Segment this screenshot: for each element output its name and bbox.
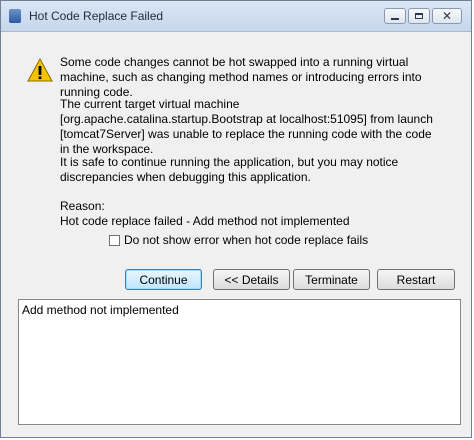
close-button[interactable]: ✕ [432,8,462,24]
maximize-button[interactable] [408,8,430,24]
reason-label: Reason: [60,199,105,213]
continue-button[interactable]: Continue [125,269,202,290]
close-icon: ✕ [441,9,453,23]
reason-text: Hot code replace failed - Add method not… [60,214,350,228]
maximize-icon [415,13,423,19]
message-paragraph-1: Some code changes cannot be hot swapped … [60,55,422,99]
warning-icon [27,58,53,82]
dont-show-checkbox-row[interactable]: Do not show error when hot code replace … [109,233,368,247]
dialog-window: Hot Code Replace Failed ✕ Some code chan… [0,0,472,438]
minimize-button[interactable] [384,8,406,24]
details-text-area[interactable]: Add method not implemented [18,299,461,425]
eclipse-app-icon [9,9,21,23]
dialog-content: Some code changes cannot be hot swapped … [9,39,464,431]
message-paragraph-3: It is safe to continue running the appli… [60,155,399,184]
details-text: Add method not implemented [22,303,179,317]
message-paragraph-2: The current target virtual machine [org.… [60,97,433,156]
minimize-icon [391,17,399,20]
details-button[interactable]: << Details [213,269,290,290]
restart-button[interactable]: Restart [377,269,455,290]
terminate-button[interactable]: Terminate [293,269,370,290]
dont-show-checkbox-label[interactable]: Do not show error when hot code replace … [124,233,368,247]
window-title: Hot Code Replace Failed [29,9,164,23]
dont-show-checkbox[interactable] [109,234,120,246]
title-bar[interactable]: Hot Code Replace Failed ✕ [1,1,471,32]
